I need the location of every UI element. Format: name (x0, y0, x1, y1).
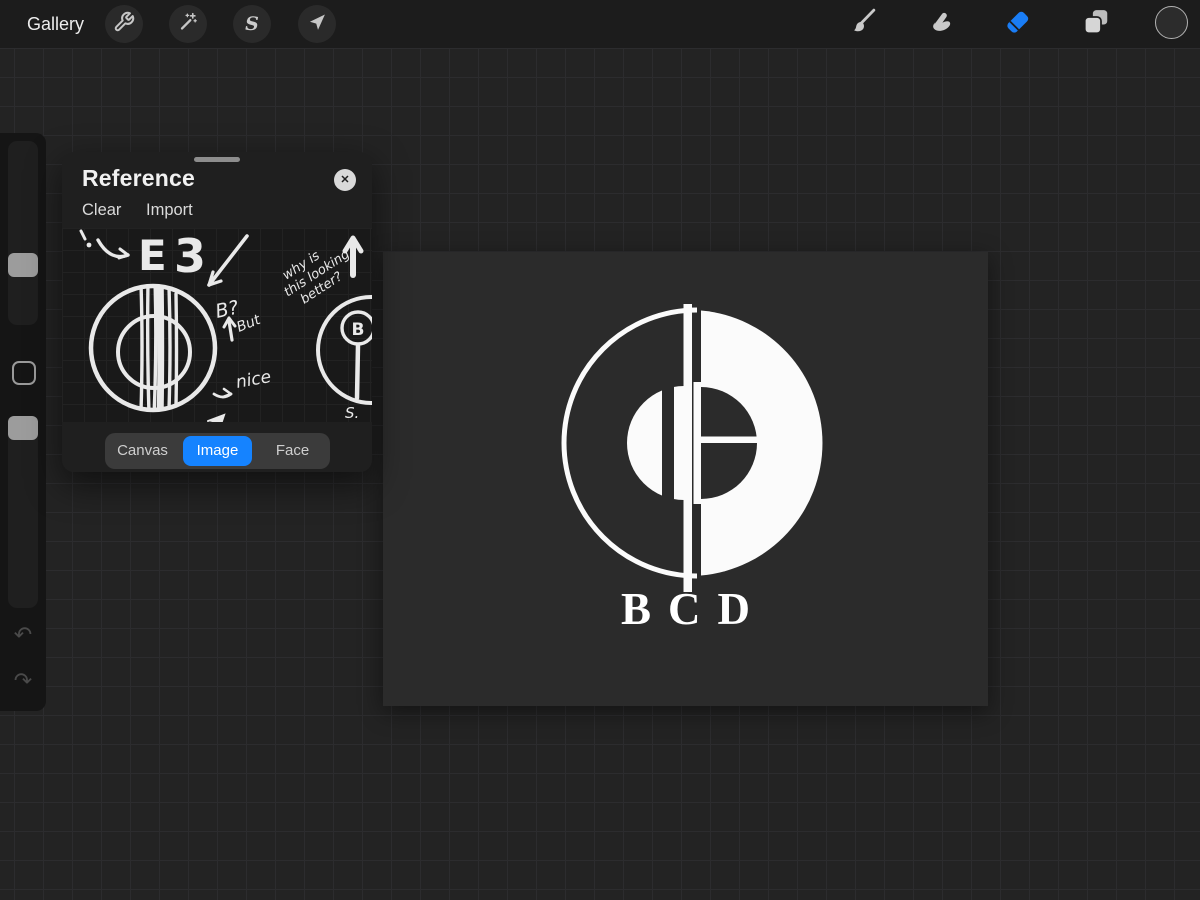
drawing-canvas[interactable]: BCD (383, 252, 988, 706)
undo-button[interactable]: ↶ (0, 620, 46, 650)
modify-button[interactable] (12, 361, 36, 385)
sketch-letter-b: B (352, 320, 365, 340)
sketch-b-question: B? (213, 297, 240, 323)
paint-tool-button[interactable] (840, 2, 884, 46)
brush-icon (847, 7, 877, 42)
close-icon[interactable]: ✕ (334, 169, 356, 191)
color-circle-icon[interactable] (1155, 6, 1188, 39)
logo-inner-left-slot (662, 382, 674, 504)
sketch-word-nice: nice (234, 367, 272, 393)
eraser-icon (1003, 7, 1033, 42)
smudge-finger-icon (925, 7, 955, 42)
layers-button[interactable] (1074, 2, 1118, 46)
tool-sidebar: ↶ ↷ (0, 133, 46, 711)
opacity-slider[interactable] (8, 424, 38, 608)
sketch-drawing: E 3 B? why is this looking better? But n… (62, 228, 372, 422)
tab-canvas[interactable]: Canvas (108, 436, 177, 466)
logo-inner-left-white (627, 386, 684, 500)
tab-image[interactable]: Image (183, 436, 252, 466)
arrow-icon (307, 12, 327, 37)
magic-wand-icon (177, 11, 199, 38)
eraser-tool-button[interactable] (996, 2, 1040, 46)
actions-button[interactable] (105, 5, 143, 43)
smudge-tool-button[interactable] (918, 2, 962, 46)
redo-button[interactable]: ↷ (0, 666, 46, 696)
reference-mode-tabs: Canvas Image Face (105, 433, 330, 469)
adjustments-button[interactable] (169, 5, 207, 43)
panel-title: Reference (82, 165, 195, 192)
sketch-numeral-3: 3 (174, 229, 206, 283)
logo-wordmark: BCD (383, 583, 988, 635)
gallery-button[interactable]: Gallery (27, 0, 84, 48)
brush-size-handle[interactable] (8, 253, 38, 277)
clear-button[interactable]: Clear (82, 201, 121, 220)
bcd-logo-artwork (383, 252, 988, 706)
tab-face[interactable]: Face (258, 436, 327, 466)
sketch-letter-e: E (138, 231, 167, 280)
transform-button[interactable] (298, 5, 336, 43)
selection-button[interactable]: S (233, 5, 271, 43)
drag-handle[interactable] (194, 157, 240, 162)
top-toolbar: Gallery S (0, 0, 1200, 48)
layers-icon (1081, 7, 1111, 42)
logo-horizontal-bar (701, 437, 758, 444)
logo-stem (684, 304, 693, 592)
import-button[interactable]: Import (146, 201, 193, 220)
brush-size-slider[interactable] (8, 141, 38, 325)
sketch-letter-s: S. (345, 404, 359, 422)
procreate-workspace: Gallery S (0, 0, 1200, 900)
s-curve-icon: S (245, 13, 259, 35)
logo-stem-inner (694, 382, 702, 504)
opacity-handle[interactable] (8, 416, 38, 440)
reference-panel: Reference ✕ Clear Import (62, 152, 372, 472)
reference-image[interactable]: E 3 B? why is this looking better? But n… (62, 228, 372, 422)
wrench-icon (113, 11, 135, 38)
